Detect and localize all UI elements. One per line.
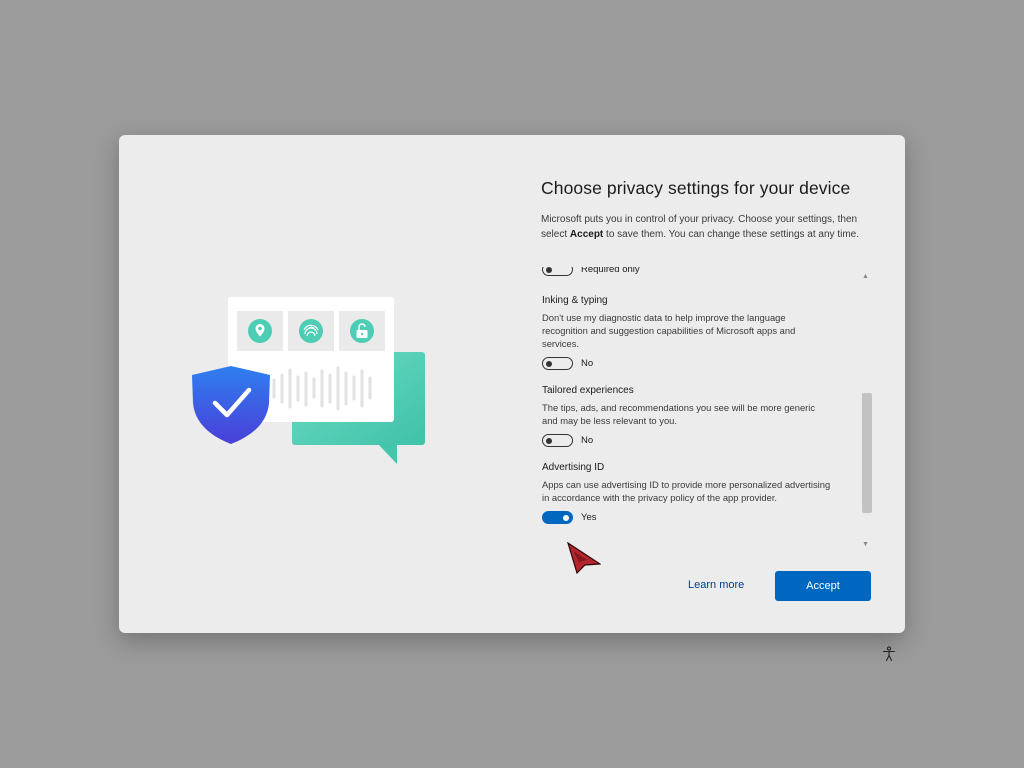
toggle-knob — [546, 267, 552, 273]
inking-typing-toggle-label: No — [581, 358, 594, 369]
scroll-up-arrow-icon[interactable]: ▲ — [862, 273, 869, 280]
accept-button[interactable]: Accept — [775, 571, 871, 601]
toggle-knob — [546, 437, 552, 444]
setting-description: Don't use my diagnostic data to help imp… — [542, 312, 796, 349]
unlock-icon — [350, 319, 374, 343]
advertising-id-toggle-label: Yes — [581, 512, 597, 523]
advertising-id-toggle[interactable] — [542, 511, 573, 524]
setting-description: Apps can use advertising ID to provide m… — [542, 479, 831, 503]
shield-check-icon — [192, 366, 270, 444]
setting-tailored-experiences: Tailored experiences The tips, ads, and … — [542, 385, 842, 447]
accessibility-icon[interactable] — [881, 646, 897, 662]
setting-inking-typing: Inking & typing Don't use my diagnostic … — [542, 295, 842, 370]
learn-more-link[interactable]: Learn more — [688, 579, 744, 591]
fingerprint-icon — [299, 319, 323, 343]
toggle-knob — [546, 360, 552, 367]
diagnostic-data-toggle[interactable] — [542, 267, 573, 276]
setting-diagnostic-data: Required only — [542, 267, 842, 276]
inking-typing-toggle[interactable] — [542, 357, 573, 370]
setting-title: Advertising ID — [542, 462, 605, 473]
setting-advertising-id: Advertising ID Apps can use advertising … — [542, 462, 842, 524]
settings-scrollbar[interactable]: ▲ ▼ — [860, 273, 872, 553]
diagnostic-data-toggle-label: Required only — [581, 267, 640, 275]
tailored-experiences-toggle[interactable] — [542, 434, 573, 447]
setting-title: Tailored experiences — [542, 385, 634, 396]
setting-description: The tips, ads, and recommendations you s… — [542, 402, 816, 426]
privacy-dialog: Choose privacy settings for your device … — [119, 135, 905, 633]
mouse-cursor-icon — [567, 542, 601, 574]
scrollbar-thumb[interactable] — [862, 393, 872, 513]
settings-scroll-area[interactable]: Required only Inking & typing Don't use … — [541, 267, 861, 549]
privacy-illustration — [192, 297, 425, 464]
scroll-down-arrow-icon[interactable]: ▼ — [862, 541, 869, 548]
intro-text-bold: Accept — [569, 229, 604, 240]
page-title: Choose privacy settings for your device — [541, 178, 851, 198]
setting-title: Inking & typing — [542, 295, 608, 306]
toggle-knob — [563, 514, 569, 521]
intro-text: Microsoft puts you in control of your pr… — [541, 212, 869, 242]
location-pin-icon — [248, 319, 272, 343]
intro-text-part2: to save them. You can change these setti… — [603, 229, 859, 240]
tailored-experiences-toggle-label: No — [581, 435, 594, 446]
